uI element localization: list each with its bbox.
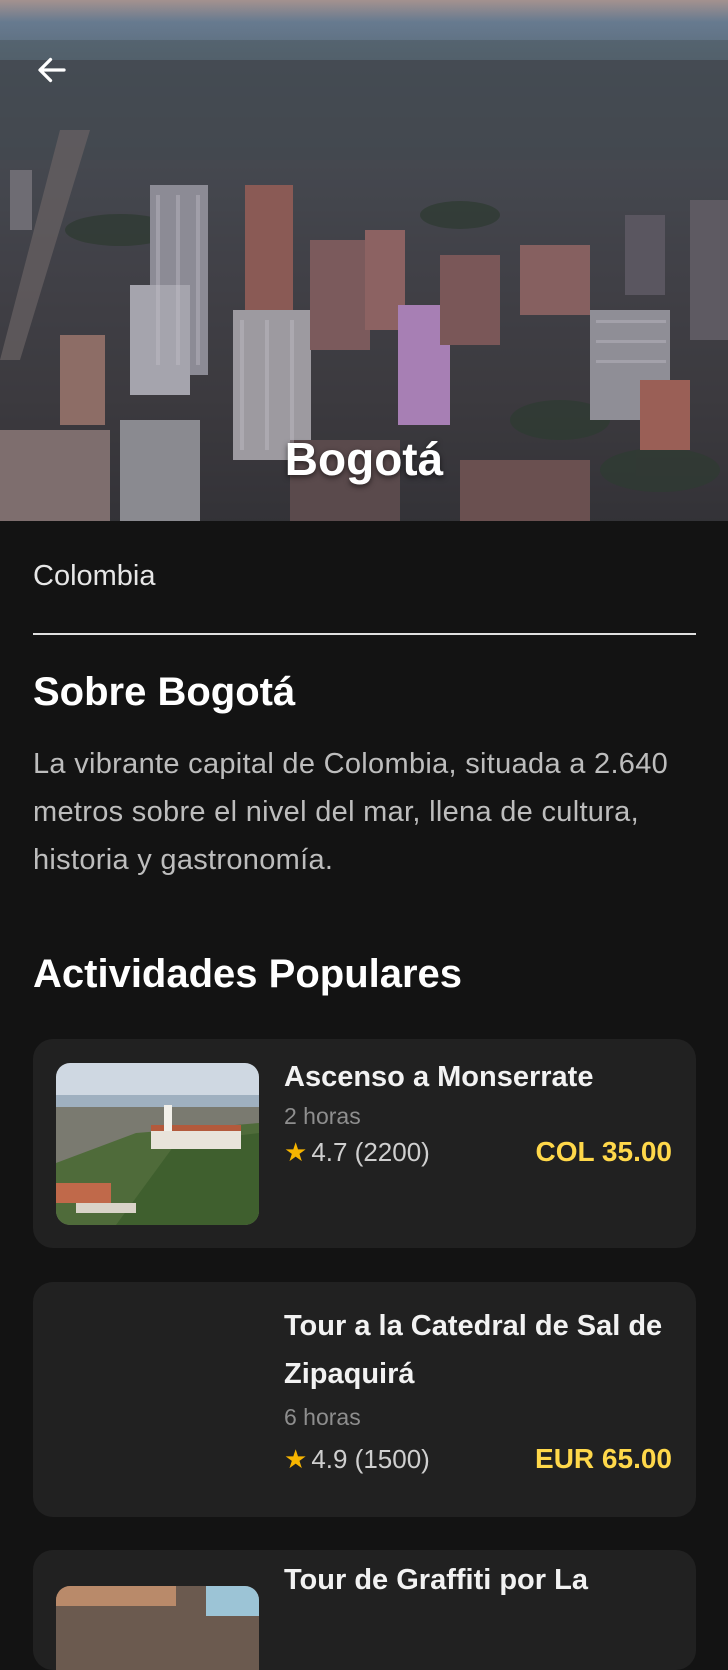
activity-card[interactable]: Tour a la Catedral de Sal de Zipaquirá 6… [33,1282,696,1517]
star-icon: ★ [284,1443,308,1474]
activity-rating: ★ 4.9 (1500) [284,1444,430,1475]
activity-name: Tour de Graffiti por La [284,1564,588,1596]
hero-image: Bogotá [0,0,728,521]
divider [33,633,696,635]
star-icon: ★ [284,1136,308,1167]
activity-name: Ascenso a Monserrate [284,1061,594,1093]
activity-duration: 6 horas [284,1404,361,1430]
activity-thumbnail [56,1586,259,1670]
activity-card[interactable]: Tour de Graffiti por La [33,1550,696,1670]
activity-card[interactable]: Ascenso a Monserrate 2 horas ★ 4.7 (2200… [33,1039,696,1248]
about-description: La vibrante capital de Colombia, situada… [33,748,669,876]
back-button[interactable] [34,52,78,96]
rating-value: 4.9 (1500) [311,1443,430,1474]
activity-name: Tour a la Catedral de Sal de Zipaquirá [284,1310,663,1390]
city-title: Bogotá [284,433,444,485]
rating-value: 4.7 (2200) [311,1136,430,1167]
arrow-left-icon [38,57,66,83]
activities-title: Actividades Populares [33,952,463,996]
country-label: Colombia [33,560,156,592]
activity-duration: 2 horas [284,1103,361,1129]
activity-rating: ★ 4.7 (2200) [284,1137,430,1168]
activity-price: EUR 65.00 [535,1443,672,1474]
activity-price: COL 35.00 [535,1136,672,1167]
activity-thumbnail [56,1063,259,1225]
about-title: Sobre Bogotá [33,670,296,714]
